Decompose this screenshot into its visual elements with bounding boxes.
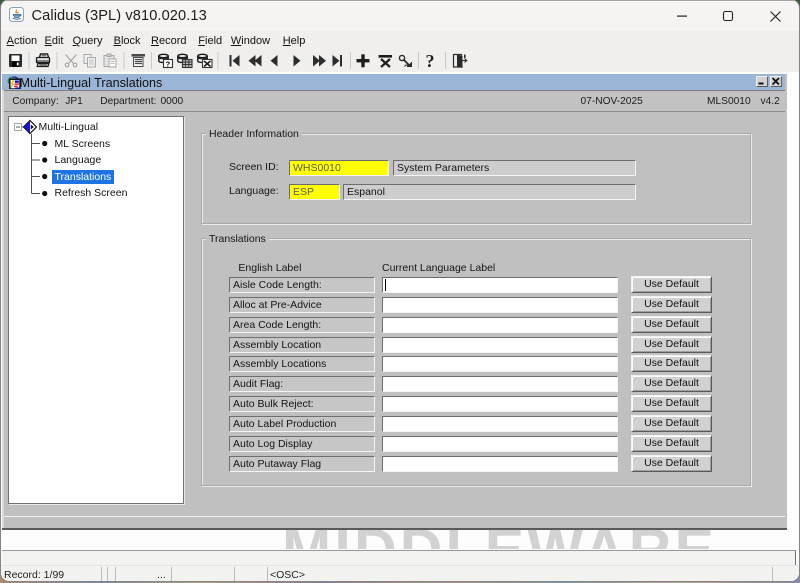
svg-text:?: ? [426,51,435,71]
svg-text:?: ? [166,59,171,68]
